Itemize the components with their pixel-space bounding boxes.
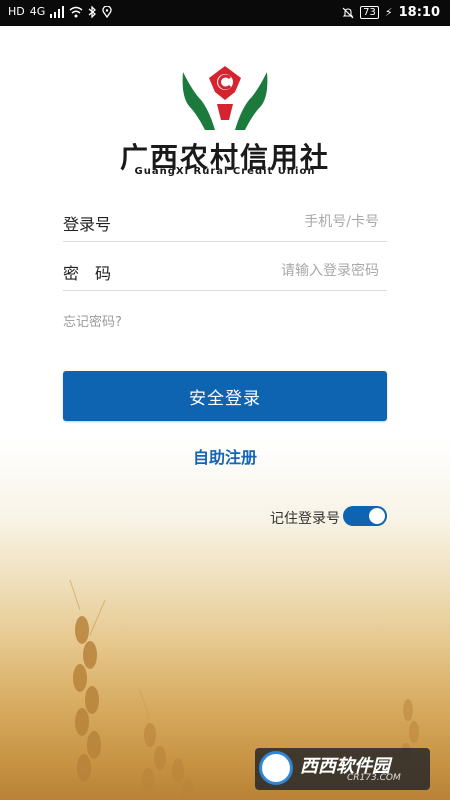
remember-account-toggle[interactable] bbox=[343, 506, 387, 526]
remember-account-label: 记住登录号 bbox=[270, 511, 340, 527]
watermark-url: CR173.COM bbox=[347, 773, 401, 783]
network-type-icon: 4G bbox=[29, 5, 46, 18]
signal-icon bbox=[50, 6, 65, 18]
status-bar: HD 4G 73 ⚡ 18:10 bbox=[0, 0, 450, 26]
account-label: 登录号 bbox=[63, 215, 112, 234]
status-right-icons: 73 ⚡ 18:10 bbox=[342, 5, 440, 20]
password-label: 密 码 bbox=[63, 264, 112, 283]
login-button[interactable]: 安全登录 bbox=[63, 371, 387, 421]
password-field: 密 码 bbox=[63, 250, 387, 291]
bluetooth-icon bbox=[88, 6, 97, 18]
login-screen: HD 4G 73 ⚡ 18:10 广西农村信用社 GuangXi Rural C… bbox=[0, 0, 450, 800]
wifi-icon bbox=[69, 6, 83, 18]
hd-icon: HD bbox=[8, 5, 25, 18]
status-time: 18:10 bbox=[398, 5, 440, 20]
watermark-badge: 西西软件园 CR173.COM bbox=[255, 748, 430, 790]
forgot-password-link[interactable]: 忘记密码? bbox=[63, 311, 122, 330]
location-icon bbox=[102, 6, 112, 18]
mute-icon bbox=[342, 7, 354, 18]
register-link[interactable]: 自助注册 bbox=[0, 444, 450, 468]
password-input[interactable] bbox=[167, 258, 381, 284]
brand-name-english: GuangXi Rural Credit Union bbox=[134, 166, 316, 177]
watermark-logo-icon bbox=[259, 751, 293, 785]
battery-icon: 73 bbox=[360, 6, 379, 19]
toggle-knob bbox=[369, 508, 385, 524]
account-field: 登录号 bbox=[63, 201, 387, 242]
charging-icon: ⚡ bbox=[384, 5, 393, 19]
bank-logo-icon bbox=[182, 66, 268, 130]
account-input[interactable] bbox=[167, 209, 381, 235]
status-left-icons: HD 4G bbox=[8, 5, 112, 19]
